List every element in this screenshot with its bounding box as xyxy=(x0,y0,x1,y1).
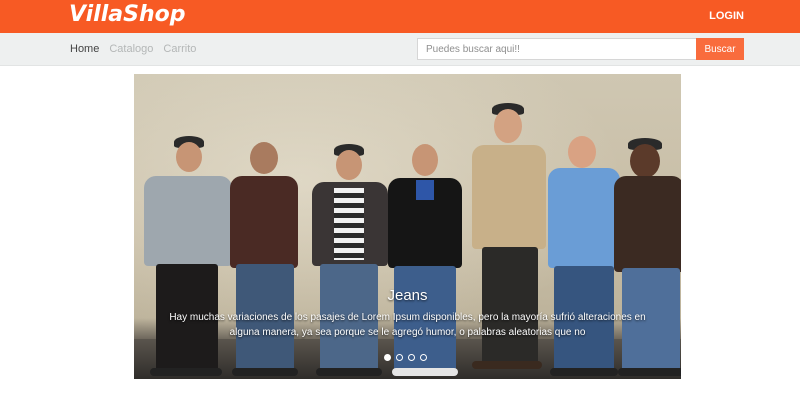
hero-carousel[interactable]: Jeans Hay muchas variaciones de los pasa… xyxy=(134,74,681,379)
carousel-indicators xyxy=(384,354,427,361)
nav-item-home[interactable]: Home xyxy=(70,43,99,55)
carousel-indicator-3[interactable] xyxy=(408,354,415,361)
carousel-indicator-4[interactable] xyxy=(420,354,427,361)
login-link[interactable]: LOGIN xyxy=(709,10,744,22)
search-input[interactable] xyxy=(417,38,696,60)
search-button[interactable]: Buscar xyxy=(696,38,744,60)
nav-item-catalogo[interactable]: Catalogo xyxy=(109,43,153,55)
main-nav: Home Catalogo Carrito xyxy=(70,43,196,55)
top-header: VillaShop LOGIN xyxy=(0,0,800,33)
nav-item-carrito[interactable]: Carrito xyxy=(163,43,196,55)
slide-title: Jeans xyxy=(387,287,428,304)
carousel-indicator-1[interactable] xyxy=(384,354,391,361)
slide-description: Hay muchas variaciones de los pasajes de… xyxy=(169,312,646,338)
carousel-indicator-2[interactable] xyxy=(396,354,403,361)
site-logo[interactable]: VillaShop xyxy=(69,2,185,27)
